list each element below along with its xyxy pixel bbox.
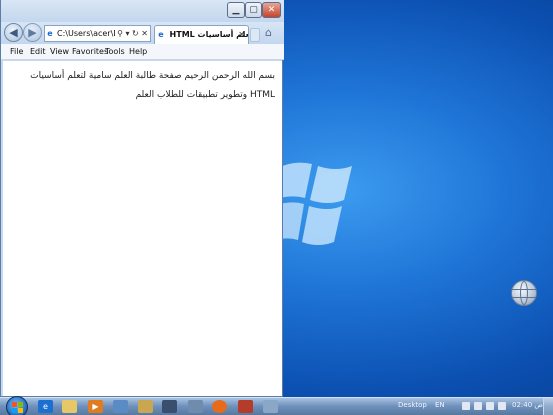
menu-file[interactable]: File xyxy=(10,44,23,60)
explorer-icon[interactable] xyxy=(62,400,77,413)
media-player-icon[interactable]: ▶ xyxy=(88,400,103,413)
globe-icon[interactable] xyxy=(511,280,537,306)
tool-icon[interactable] xyxy=(138,400,153,413)
language-indicator[interactable]: EN xyxy=(435,401,445,409)
menu-view[interactable]: View xyxy=(50,44,69,60)
tray-icon[interactable] xyxy=(462,402,470,410)
app-icon[interactable] xyxy=(238,400,253,413)
ie-icon: e xyxy=(158,30,164,39)
menu-edit[interactable]: Edit xyxy=(30,44,46,60)
menu-tools[interactable]: Tools xyxy=(105,44,125,60)
tab-title: HTML سرة تعلم أساسيات xyxy=(169,30,248,39)
back-arrow-icon[interactable]: ◀ xyxy=(4,23,23,42)
close-tab-icon[interactable]: ✕ xyxy=(238,26,245,43)
windows-logo xyxy=(272,162,352,245)
address-bar[interactable]: e C:\Users\acer\Desk ⚲ ▾ ↻ ✕ xyxy=(44,25,151,42)
app-icon[interactable] xyxy=(188,400,203,413)
forward-arrow-icon[interactable]: ▶ xyxy=(23,23,42,42)
show-desktop-button[interactable] xyxy=(543,398,553,415)
paint-icon[interactable] xyxy=(113,400,128,413)
maximize-button[interactable]: ▢ xyxy=(245,2,262,18)
ie-icon[interactable]: e xyxy=(38,400,53,413)
navigation-bar: ◀ ▶ e C:\Users\acer\Desk ⚲ ▾ ↻ ✕ e HTML … xyxy=(1,22,284,44)
ie-window: ▁ ▢ ✕ ◀ ▶ e C:\Users\acer\Desk ⚲ ▾ ↻ ✕ e… xyxy=(0,0,284,397)
tray-icon[interactable] xyxy=(474,402,482,410)
ie-icon: e xyxy=(47,29,53,38)
minimize-button[interactable]: ▁ xyxy=(227,2,245,18)
taskbar: e ▶ Desktop EN 02:40 ص xyxy=(0,396,553,415)
title-bar[interactable]: ▁ ▢ ✕ xyxy=(1,0,284,22)
clock[interactable]: 02:40 ص xyxy=(512,401,543,409)
address-tools[interactable]: ⚲ ▾ ↻ ✕ xyxy=(115,26,148,41)
home-icon[interactable]: ⌂ xyxy=(265,26,272,39)
new-tab-button[interactable] xyxy=(250,28,260,42)
close-button[interactable]: ✕ xyxy=(262,2,281,18)
network-icon[interactable] xyxy=(486,402,494,410)
volume-icon[interactable] xyxy=(498,402,506,410)
menu-bar: File Edit View Favorites Tools Help xyxy=(1,44,284,60)
menu-favorites[interactable]: Favorites xyxy=(72,44,108,60)
page-content: بسم الله الرحمن الرحيم صفحة طالبة العلم … xyxy=(3,61,282,396)
app-icon[interactable] xyxy=(162,400,177,413)
browser-tab[interactable]: e HTML سرة تعلم أساسيات ✕ xyxy=(154,25,249,44)
firefox-icon[interactable] xyxy=(212,400,227,413)
app-icon[interactable] xyxy=(263,400,278,413)
menu-help[interactable]: Help xyxy=(129,44,147,60)
start-button[interactable] xyxy=(6,396,28,415)
desktop-toolbar-label[interactable]: Desktop xyxy=(398,401,427,409)
